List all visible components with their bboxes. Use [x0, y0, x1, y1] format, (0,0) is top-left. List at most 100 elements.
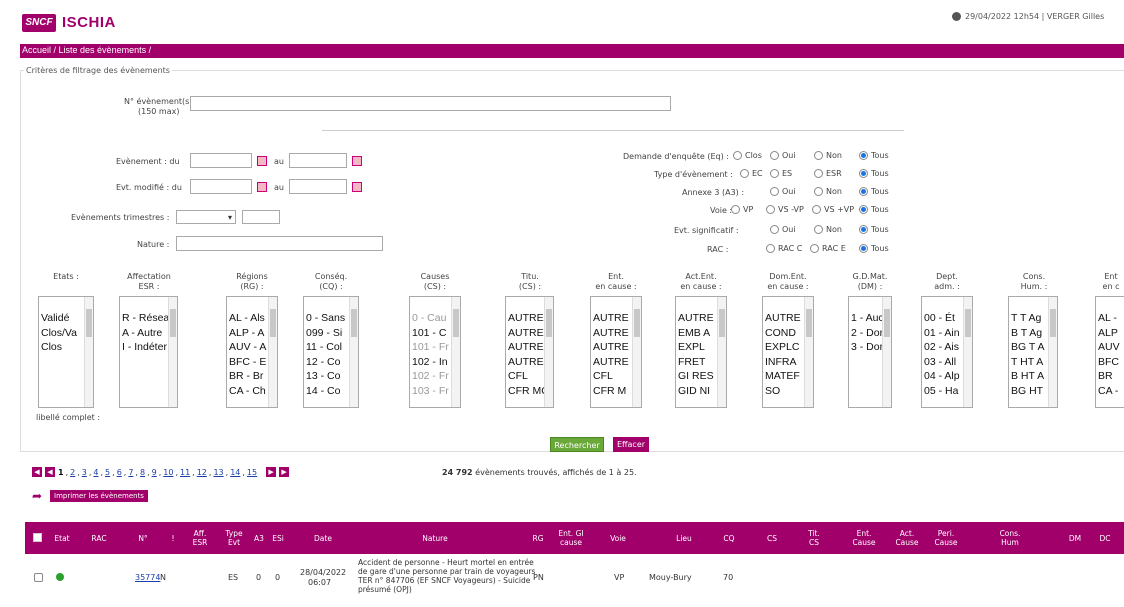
col-dm[interactable]: DM [1067, 522, 1083, 554]
trimestres-select[interactable]: ▾ [176, 210, 236, 224]
event-number-link[interactable]: 35774 [135, 573, 160, 582]
multi-select-list[interactable]: AUTRE COND EXPLC INFRA MATEF SO [762, 296, 814, 408]
radio-eq-oui[interactable]: Oui [770, 151, 796, 160]
scrollbar[interactable] [268, 297, 277, 407]
list-option[interactable]: FRET [678, 355, 718, 370]
col-dc[interactable]: DC [1097, 522, 1113, 554]
scrollbar[interactable] [168, 297, 177, 407]
evenement-to-input[interactable] [289, 153, 347, 168]
evt-modifie-from-input[interactable] [190, 179, 252, 194]
page-link[interactable]: 2 [70, 468, 75, 477]
list-option[interactable]: AUV [1098, 340, 1124, 355]
radio-a3-tous[interactable]: Tous [859, 187, 889, 196]
radio-button[interactable] [814, 187, 823, 196]
list-option[interactable]: BFC - E [229, 355, 269, 370]
scrollbar-thumb[interactable] [546, 309, 552, 337]
scrollbar[interactable] [1048, 297, 1057, 407]
scrollbar[interactable] [349, 297, 358, 407]
list-option[interactable]: 11 - Col [306, 340, 350, 355]
radio-sig-tous[interactable]: Tous [859, 225, 889, 234]
radio-button[interactable] [814, 151, 823, 160]
list-option[interactable]: INFRA [765, 355, 805, 370]
radio-button[interactable] [814, 225, 823, 234]
list-option[interactable]: 0 - Cau [412, 311, 452, 326]
page-link[interactable]: 11 [180, 468, 190, 477]
radio-button-selected[interactable] [859, 151, 868, 160]
scrollbar-thumb[interactable] [86, 309, 92, 337]
page-link[interactable]: 8 [140, 468, 145, 477]
calendar-icon[interactable] [352, 156, 362, 166]
list-option[interactable]: 05 - Ha [924, 384, 964, 399]
page-link[interactable]: 12 [197, 468, 207, 477]
col-act-cause[interactable]: Act. Cause [892, 522, 922, 554]
radio-voie-tous[interactable]: Tous [859, 205, 889, 214]
radio-button-selected[interactable] [859, 187, 868, 196]
scrollbar[interactable] [84, 297, 93, 407]
multi-select-list[interactable]: T T Ag B T Ag BG T AT HT AB HT A BG HT [1008, 296, 1058, 408]
list-option[interactable]: 1 - Auc [851, 311, 883, 326]
radio-eq-tous[interactable]: Tous [859, 151, 889, 160]
row-checkbox[interactable] [34, 573, 43, 582]
list-option[interactable]: 14 - Co [306, 384, 350, 399]
multi-select-list[interactable]: AL - Als ALP - A AUV - A BFC - E BR - Br CA -… [226, 296, 278, 408]
list-option[interactable]: EXPL [678, 340, 718, 355]
list-option[interactable]: GI RES [678, 369, 718, 384]
calendar-icon[interactable] [257, 156, 267, 166]
radio-voie-vp[interactable]: VP [731, 205, 753, 214]
radio-button-selected[interactable] [859, 225, 868, 234]
nature-input[interactable] [176, 236, 383, 251]
scrollbar-thumb[interactable] [719, 309, 725, 337]
list-option[interactable]: R - Résea [122, 311, 169, 326]
select-all-checkbox[interactable] [33, 533, 42, 542]
multi-select-list[interactable]: 0 - Cau 101 - C 101 - Fr 102 - In 102 - Fr 10… [409, 296, 461, 408]
list-option[interactable]: T HT A [1011, 355, 1049, 370]
list-option[interactable]: GID NI [678, 384, 718, 399]
breadcrumb-home[interactable]: Accueil [22, 45, 51, 55]
list-option[interactable]: ALP - A [229, 326, 269, 341]
radio-button[interactable] [731, 205, 740, 214]
page-link[interactable]: 4 [93, 468, 98, 477]
list-option[interactable]: EXPLC [765, 340, 805, 355]
list-option[interactable]: EMB A [678, 326, 718, 341]
page-link[interactable]: 7 [128, 468, 133, 477]
list-option[interactable]: COND [765, 326, 805, 341]
scrollbar[interactable] [963, 297, 972, 407]
multi-select-list[interactable]: 00 - Ét 01 - Ain 02 - Ais 03 - All 04 - Alp 0… [921, 296, 973, 408]
radio-a3-non[interactable]: Non [814, 187, 842, 196]
search-button[interactable]: Rechercher [550, 437, 604, 452]
col-type-evt[interactable]: Type Evt [221, 522, 247, 554]
list-option[interactable]: Clos/Va [41, 326, 85, 341]
list-option[interactable]: ALP [1098, 326, 1124, 341]
page-link[interactable]: 15 [247, 468, 257, 477]
scrollbar-thumb[interactable] [1050, 309, 1056, 337]
radio-button[interactable] [814, 169, 823, 178]
radio-button[interactable] [770, 225, 779, 234]
radio-button[interactable] [766, 244, 775, 253]
radio-button[interactable] [733, 151, 742, 160]
list-option[interactable]: AUTRE [593, 311, 633, 326]
multi-select-list[interactable]: Validé Clos/Va Clos [38, 296, 94, 408]
radio-voie-vs-minus[interactable]: VS -VP [766, 205, 804, 214]
list-option[interactable]: B HT A [1011, 369, 1049, 384]
list-option[interactable]: 04 - Alp [924, 369, 964, 384]
page-link[interactable]: 5 [105, 468, 110, 477]
radio-type-es[interactable]: ES [770, 169, 792, 178]
col-ent-gi-cause[interactable]: Ent. GI cause [553, 522, 589, 554]
col-lieu[interactable]: Lieu [669, 522, 699, 554]
radio-sig-non[interactable]: Non [814, 225, 842, 234]
list-option[interactable]: AUV - A [229, 340, 269, 355]
list-option[interactable]: AL - Als [229, 311, 269, 326]
trimestres-year-input[interactable] [242, 210, 280, 224]
col-aff-esr[interactable]: Aff. ESR [189, 522, 211, 554]
list-option[interactable]: AUTRE [593, 355, 633, 370]
list-option[interactable]: 101 - C [412, 326, 452, 341]
list-option[interactable]: 01 - Ain [924, 326, 964, 341]
multi-select-list[interactable]: AUTRE AUTRE AUTRE AUTRE CFL CFR M [590, 296, 642, 408]
print-button[interactable]: Imprimer les évènements [50, 490, 148, 502]
list-option[interactable]: BG T A [1011, 340, 1049, 355]
list-option[interactable]: I - Indéter [122, 340, 169, 355]
col-cons-hum[interactable]: Cons. Hum [995, 522, 1025, 554]
col-tit-cs[interactable]: Tit. CS [802, 522, 826, 554]
col-etat[interactable]: Etat [49, 522, 75, 554]
radio-type-esr[interactable]: ESR [814, 169, 842, 178]
